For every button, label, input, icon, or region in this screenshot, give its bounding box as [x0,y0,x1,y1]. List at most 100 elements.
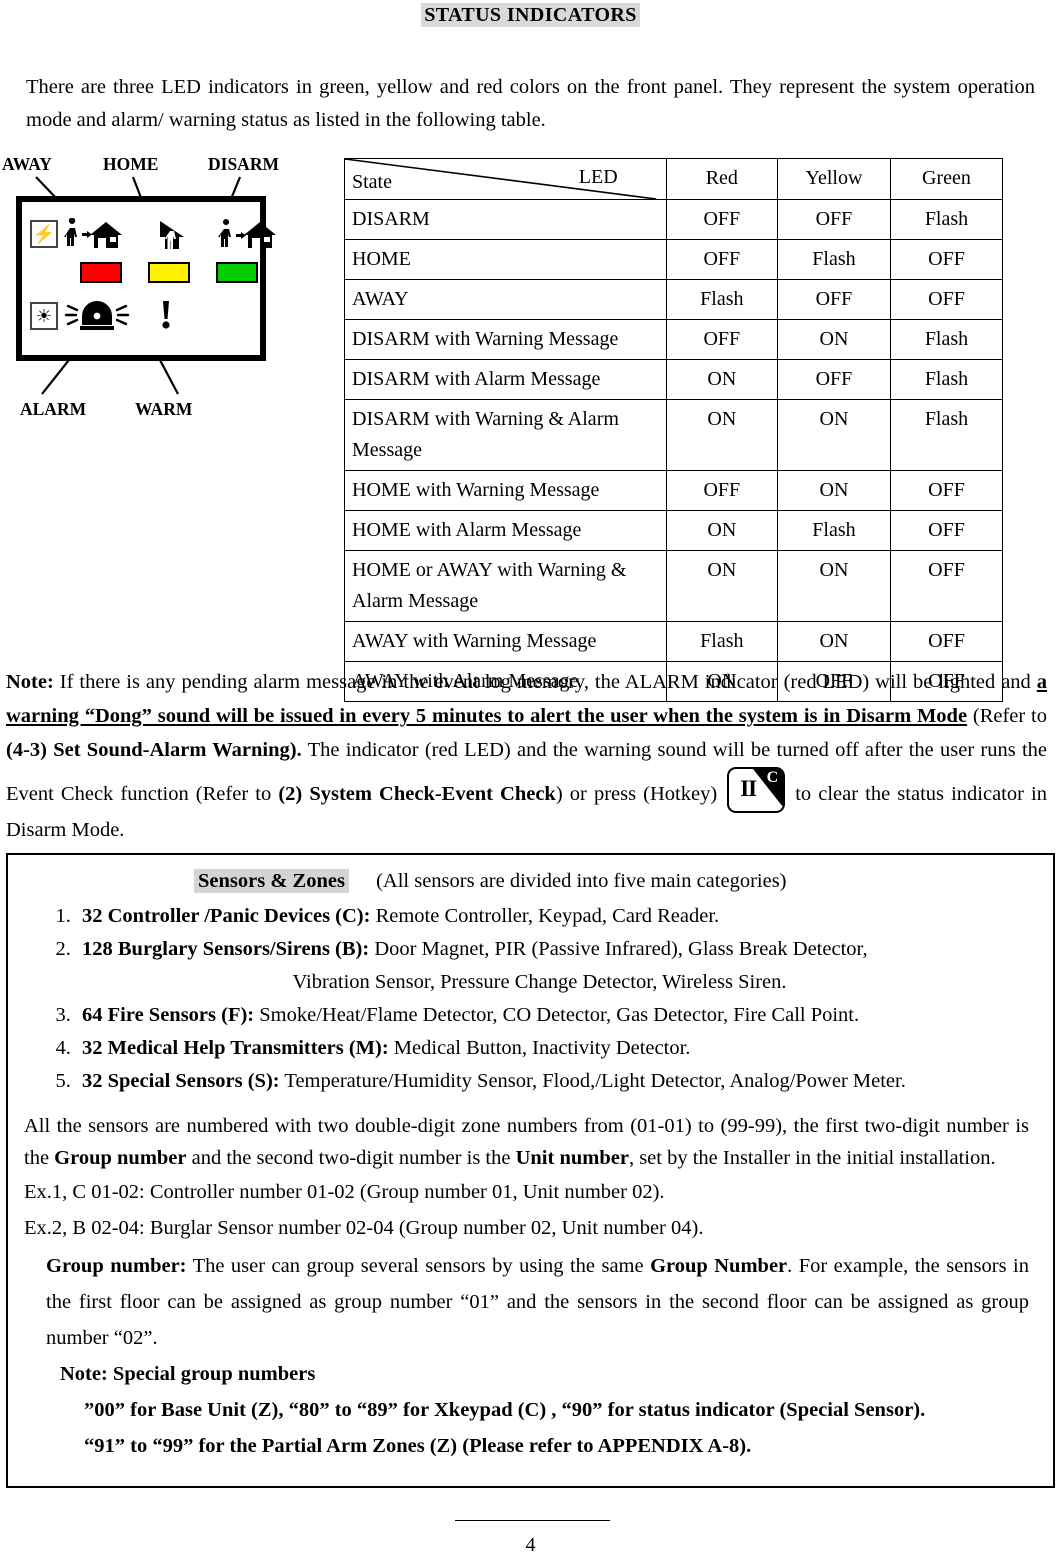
sensor-item-bold: 64 Fire Sensors (F): [82,1004,255,1026]
cell-red: ON [665,550,778,622]
cell-state: AWAY with Warning Message [344,621,667,662]
led-red [80,262,122,283]
zone-numbering-paragraph: All the sensors are numbered with two do… [24,1110,1037,1174]
cell-green: OFF [889,239,1004,280]
diagram-and-table-row: AWAY HOME DISARM ALARM WARM ⚡ ☀ State LE… [0,149,1061,702]
cell-red: Flash [665,621,778,662]
led-yellow [148,262,190,283]
note-text-d: ) or press (Hotkey) [555,783,718,805]
group-number-bold: Group Number [650,1255,788,1277]
sensors-subtitle: (All sensors are divided into five main … [376,870,787,892]
cell-yellow: Flash [776,239,891,280]
header-red: Red [665,158,778,200]
special-group-line-2: “91” to “99” for the Partial Arm Zones (… [84,1435,752,1457]
panel-body: ⚡ ☀ [16,196,276,361]
cell-state: AWAY [344,279,667,320]
zone-bold-unit: Unit number [515,1147,629,1169]
cell-red: OFF [665,319,778,360]
cell-state: DISARM with Alarm Message [344,359,667,400]
sensor-item-bold: 128 Burglary Sensors/Sirens (B): [82,938,370,960]
table-row: DISARM OFF OFF Flash [344,199,1004,240]
cell-yellow: OFF [776,359,891,400]
header-state-label: State [352,171,392,193]
footer-divider [455,1520,610,1521]
hotkey-clear-icon[interactable]: II C [727,767,786,813]
cell-yellow: ON [776,621,891,662]
hotkey-c-letter: C [766,769,779,786]
table-row: HOME OFF Flash OFF [344,239,1004,280]
cell-yellow: ON [776,550,891,622]
header-green: Green [889,158,1004,200]
sensor-item-bold: 32 Special Sensors (S): [82,1070,280,1092]
cell-red: ON [665,510,778,551]
special-group-line-1: ”00” for Base Unit (Z), “80” to “89” for… [84,1399,926,1421]
cell-red: Flash [665,279,778,320]
sensor-item-text: Smoke/Heat/Flame Detector, CO Detector, … [254,1004,860,1026]
table-row: DISARM with Alarm Message ON OFF Flash [344,359,1004,400]
table-row: HOME with Warning Message OFF ON OFF [344,470,1004,511]
cell-yellow: OFF [776,661,891,702]
status-indicator-table: State LED Red Yellow Green DISARM OFF OFF F… [344,158,1004,702]
cell-red: ON [665,399,778,471]
page-title: STATUS INDICATORS [0,0,1061,27]
panel-icon-row-bottom: ☀ [22,298,260,334]
cell-green: OFF [889,279,1004,320]
home-person-house-icon [160,221,184,249]
power-bolt-icon: ⚡ [30,220,58,248]
page-number: 4 [525,1534,536,1556]
front-panel-diagram: AWAY HOME DISARM ALARM WARM ⚡ ☀ [0,149,330,449]
cell-yellow: OFF [776,279,891,320]
hotkey-pause-glyph: II [740,776,757,801]
cell-yellow: ON [776,399,891,471]
cell-state: AWAY with Alarm Message [344,661,667,702]
group-text-a: The user can group several sensors by us… [186,1255,651,1277]
sensor-item-bold: 32 Controller /Panic Devices (C): [82,905,371,927]
disarm-person-house-icon [218,219,276,248]
status-table-body: DISARM OFF OFF Flash HOME OFF Flash OFF AWAY Fl… [344,199,1004,702]
group-number-label: Group number: [46,1255,187,1277]
note-bold-2: (4-3) Set Sound-Alarm Warning). [6,739,302,761]
sensors-title: Sensors & Zones [194,869,349,893]
intro-paragraph: There are three LED indicators in green,… [26,76,1035,131]
cell-green: OFF [889,550,1004,622]
cell-state: HOME with Warning Message [344,470,667,511]
page-title-text: STATUS INDICATORS [421,3,640,27]
table-row: HOME with Alarm Message ON Flash OFF [344,510,1004,551]
list-item: 32 Medical Help Transmitters (M): Medica… [76,1032,1037,1065]
cell-green: Flash [889,199,1004,240]
list-item: 32 Controller /Panic Devices (C): Remote… [76,900,1037,933]
zone-bold-group: Group number [54,1147,187,1169]
note-bold-3: (2) System Check-Event Check [278,783,556,805]
list-item: 128 Burglary Sensors/Sirens (B): Door Ma… [76,933,1037,999]
table-row: AWAY with Alarm Message ON OFF OFF [344,661,1004,702]
cell-green: OFF [889,621,1004,662]
group-number-paragraph: Group number: The user can group several… [24,1248,1037,1356]
cell-state: DISARM [344,199,667,240]
table-row: DISARM with Warning Message OFF ON Flash [344,319,1004,360]
table-header-row: State LED Red Yellow Green [344,158,1004,200]
cell-state: DISARM with Warning & Alarm Message [344,399,667,471]
cell-green: Flash [889,399,1004,471]
cell-state: HOME or AWAY with Warning & Alarm Messag… [344,550,667,622]
table-row: DISARM with Warning & Alarm Message ON ON F… [344,399,1004,471]
table-row: HOME or AWAY with Warning & Alarm Messag… [344,550,1004,622]
alarm-bell-icon [64,301,130,330]
special-group-note-title: Note: Special group numbers [60,1363,316,1385]
cell-yellow: OFF [776,199,891,240]
cell-red: OFF [665,470,778,511]
cell-green: OFF [889,510,1004,551]
cell-state: HOME [344,239,667,280]
sensors-and-zones-box: Sensors & Zones (All sensors are divided… [6,853,1055,1488]
cell-yellow: Flash [776,510,891,551]
cell-green: Flash [889,319,1004,360]
table-row: AWAY Flash OFF OFF [344,279,1004,320]
warning-exclamation-icon [162,301,170,329]
list-item: 32 Special Sensors (S): Temperature/Humi… [76,1065,1037,1098]
cell-green: OFF [889,470,1004,511]
sensor-item-text: Medical Button, Inactivity Detector. [388,1037,691,1059]
sensor-item-text: Temperature/Humidity Sensor, Flood,/Ligh… [279,1070,906,1092]
cell-yellow: ON [776,470,891,511]
note-label: Note: [6,671,54,693]
zone-text-c: , set by the Installer in the initial in… [628,1147,996,1169]
cell-green: OFF [889,661,1004,702]
